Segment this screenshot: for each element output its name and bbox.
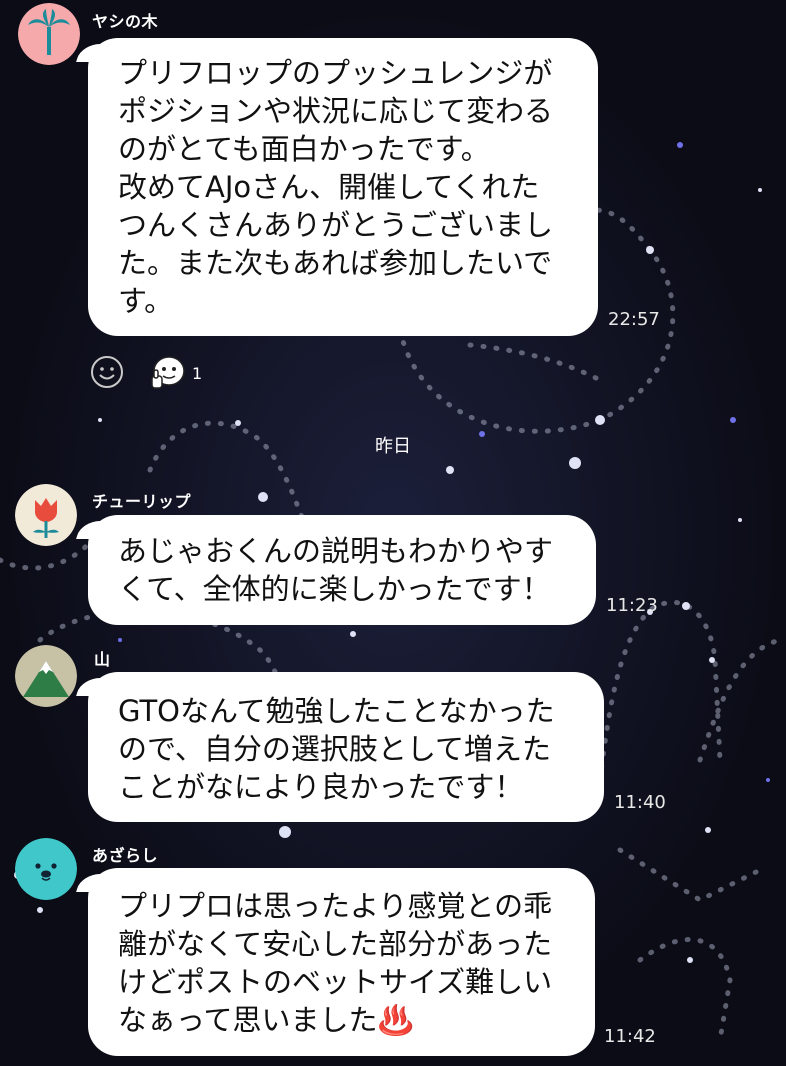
message-time: 22:57: [608, 309, 660, 330]
avatar[interactable]: [15, 484, 77, 546]
sender-name: チューリップ: [92, 492, 192, 511]
palm-tree-icon: [18, 3, 80, 65]
seal-icon: [15, 838, 77, 900]
avatar[interactable]: [15, 645, 77, 707]
date-separator: 昨日: [375, 436, 411, 457]
message-text: あじゃおくんの説明もわかりやす くて、全体的に楽しかったです！: [118, 534, 554, 606]
mountain-icon: [15, 645, 77, 707]
message-bubble[interactable]: GTOなんて勉強したことなかった ので、自分の選択肢として増えた ことがなにより…: [88, 672, 604, 822]
message-bubble[interactable]: あじゃおくんの説明もわかりやす くて、全体的に楽しかったです！: [88, 515, 596, 625]
message-bubble[interactable]: プリフロップのプッシュレンジが ポジションや状況に応じて変わる のがとても面白か…: [88, 38, 598, 336]
avatar[interactable]: [18, 3, 80, 65]
message-time: 11:23: [606, 595, 658, 616]
add-reaction-icon[interactable]: [90, 355, 124, 389]
sticker-reaction-icon[interactable]: [146, 352, 188, 394]
avatar[interactable]: [15, 838, 77, 900]
sender-name: あざらし: [92, 846, 159, 865]
message-text: プリフロップのプッシュレンジが ポジションや状況に応じて変わる のがとても面白か…: [118, 56, 554, 318]
message-time: 11:40: [614, 792, 666, 813]
message-bubble[interactable]: プリプロは思ったより感覚との乖 離がなくて安心した部分があった けどポストのベッ…: [88, 868, 595, 1056]
message-text: GTOなんて勉強したことなかった ので、自分の選択肢として増えた ことがなにより…: [118, 694, 555, 804]
reaction-count: 1: [192, 364, 203, 383]
sender-name: 山: [94, 650, 111, 669]
tulip-icon: [15, 484, 77, 546]
message-text: プリプロは思ったより感覚との乖 離がなくて安心した部分があった けどポストのベッ…: [118, 889, 553, 1037]
sender-name: ヤシの木: [92, 12, 159, 31]
message-time: 11:42: [604, 1026, 656, 1047]
